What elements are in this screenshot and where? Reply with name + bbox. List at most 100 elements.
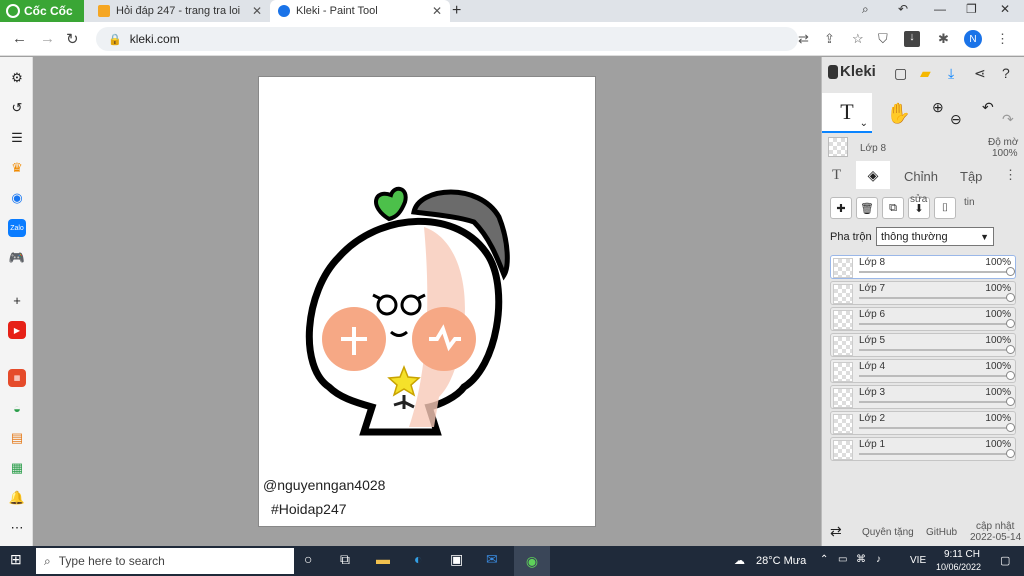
zalo-icon[interactable]: Zalo	[8, 219, 26, 237]
game-controller-icon[interactable]: 🎮	[8, 249, 26, 267]
more-menu-icon[interactable]: ⋮	[996, 31, 1009, 47]
rename-layer-button[interactable]: ⌷	[934, 197, 956, 219]
slider-knob[interactable]	[1006, 397, 1015, 406]
turtle-icon[interactable]: ◒	[8, 399, 26, 417]
file-explorer-icon[interactable]: ▬	[376, 551, 390, 567]
layer-opacity-slider[interactable]	[859, 449, 1015, 458]
store-icon[interactable]: ▣	[450, 551, 463, 568]
history-icon[interactable]: ↺	[8, 99, 26, 117]
blend-mode-select[interactable]: thông thường ▼	[876, 227, 994, 246]
mail-icon[interactable]: ✉	[486, 551, 498, 568]
clock-time[interactable]: 9:11 CH	[944, 549, 980, 560]
translate-icon[interactable]: ⇄	[798, 31, 809, 47]
tray-chevron-icon[interactable]: ⌃	[820, 554, 828, 565]
text-tool-button[interactable]: T ⌄	[822, 93, 872, 133]
undo-icon[interactable]: ↶	[982, 99, 994, 116]
reading-list-icon[interactable]: ☰	[8, 129, 26, 147]
slider-knob[interactable]	[1006, 371, 1015, 380]
profile-avatar[interactable]: N	[964, 30, 982, 48]
task-view-icon[interactable]: ⧉	[340, 551, 350, 568]
layer-row[interactable]: Lớp 4 100%	[830, 359, 1016, 383]
slider-knob[interactable]	[1006, 267, 1015, 276]
zoom-out-icon[interactable]: ⊖	[950, 111, 962, 128]
tab-kleki[interactable]: Kleki - Paint Tool ✕	[270, 0, 450, 22]
share-icon[interactable]: ⋖	[974, 65, 986, 82]
layers-tab-icon[interactable]: ◈	[856, 161, 890, 189]
zoom-in-icon[interactable]: ⊕	[932, 99, 944, 116]
youtube-icon[interactable]: ▶	[8, 321, 26, 339]
kleki-logo[interactable]: Kleki	[828, 63, 876, 80]
add-layer-button[interactable]: ✚	[830, 197, 852, 219]
coccoc-taskbar-icon[interactable]: ◉	[514, 546, 550, 576]
shield-icon[interactable]: ⛉	[878, 31, 888, 47]
layer-row[interactable]: Lớp 8 100%	[830, 255, 1016, 279]
address-input[interactable]: 🔒 kleki.com	[96, 27, 798, 51]
duplicate-layer-button[interactable]: ⧉	[882, 197, 904, 219]
layer-row[interactable]: Lớp 2 100%	[830, 411, 1016, 435]
calendar-icon[interactable]: ▦	[8, 369, 26, 387]
layer-row[interactable]: Lớp 7 100%	[830, 281, 1016, 305]
layer-opacity-slider[interactable]	[859, 293, 1015, 302]
back-button[interactable]: ←	[12, 30, 27, 47]
crown-icon[interactable]: ♛	[8, 159, 26, 177]
more-icon[interactable]: ⋮	[1004, 167, 1017, 183]
windows-start-icon[interactable]: ⊞	[10, 551, 22, 568]
tab-search-icon[interactable]: ⌕	[862, 2, 869, 17]
more-dots-icon[interactable]: ⋯	[8, 519, 26, 537]
close-icon[interactable]: ✕	[432, 4, 442, 18]
close-icon[interactable]: ✕	[252, 4, 262, 18]
clock-date[interactable]: 10/06/2022	[936, 562, 981, 572]
layer-opacity-slider[interactable]	[859, 267, 1015, 276]
battery-icon[interactable]: ▭	[838, 554, 847, 565]
tab-file[interactable]: Tập	[960, 169, 982, 184]
new-tab-button[interactable]: +	[452, 2, 461, 20]
weather-icon[interactable]: ☁	[734, 554, 745, 567]
layer-opacity-slider[interactable]	[859, 345, 1015, 354]
layer-row[interactable]: Lớp 6 100%	[830, 307, 1016, 331]
layer-row[interactable]: Lớp 3 100%	[830, 385, 1016, 409]
tab-edit[interactable]: Chỉnh	[904, 169, 938, 184]
reload-button[interactable]: ↻	[66, 30, 79, 48]
download-icon[interactable]: ↓	[904, 31, 920, 47]
delete-layer-button[interactable]: 🗑	[856, 197, 878, 219]
redo-icon[interactable]: ↷	[1002, 111, 1014, 128]
back-history-icon[interactable]: ↶	[898, 2, 908, 16]
slider-knob[interactable]	[1006, 319, 1015, 328]
minimize-button[interactable]: —	[934, 2, 946, 16]
layer-row[interactable]: Lớp 1 100%	[830, 437, 1016, 461]
weather-text[interactable]: 28°C Mưa	[756, 555, 806, 567]
slider-knob[interactable]	[1006, 345, 1015, 354]
slider-knob[interactable]	[1006, 449, 1015, 458]
maximize-button[interactable]: ❐	[966, 2, 977, 16]
layer-opacity-slider[interactable]	[859, 423, 1015, 432]
language-indicator[interactable]: VIE	[910, 555, 926, 566]
help-icon[interactable]: ?	[1002, 65, 1010, 81]
swap-icon[interactable]: ⇄	[830, 523, 842, 540]
close-window-button[interactable]: ✕	[1000, 2, 1010, 16]
extensions-icon[interactable]: ✱	[938, 31, 949, 47]
taskbar-search-input[interactable]: ⌕ Type here to search	[36, 548, 294, 574]
share-icon[interactable]: ⇪	[824, 31, 835, 47]
notification-bell-icon[interactable]: 🔔	[8, 489, 26, 507]
forward-button[interactable]: →	[40, 30, 55, 47]
donate-link[interactable]: Quyên tặng	[862, 527, 914, 538]
layer-opacity-slider[interactable]	[859, 371, 1015, 380]
coccoc-menu-button[interactable]: Cốc Cốc	[0, 0, 84, 22]
shopping-icon[interactable]: ▤	[8, 429, 26, 447]
cortana-icon[interactable]: ○	[304, 551, 312, 567]
hand-tool-icon[interactable]: ✋	[886, 101, 911, 126]
drawing-canvas[interactable]: @nguyenngan4028 #Hoidap247	[258, 76, 596, 527]
sheets-icon[interactable]: ▦	[8, 459, 26, 477]
settings-gear-icon[interactable]: ⚙	[8, 69, 26, 87]
download-icon[interactable]: ⤓	[948, 65, 954, 82]
layer-opacity-slider[interactable]	[859, 397, 1015, 406]
network-icon[interactable]: ⌘	[856, 554, 866, 565]
bookmark-star-icon[interactable]: ☆	[852, 31, 864, 47]
edge-icon[interactable]: ◐	[414, 551, 422, 567]
messenger-icon[interactable]: ◉	[8, 189, 26, 207]
tab-hoidap[interactable]: Hỏi đáp 247 - trang tra loi ✕	[90, 0, 270, 22]
notifications-icon[interactable]: ▢	[1000, 554, 1010, 567]
github-link[interactable]: GitHub	[926, 527, 957, 538]
volume-icon[interactable]: ♪	[876, 554, 881, 565]
slider-knob[interactable]	[1006, 293, 1015, 302]
